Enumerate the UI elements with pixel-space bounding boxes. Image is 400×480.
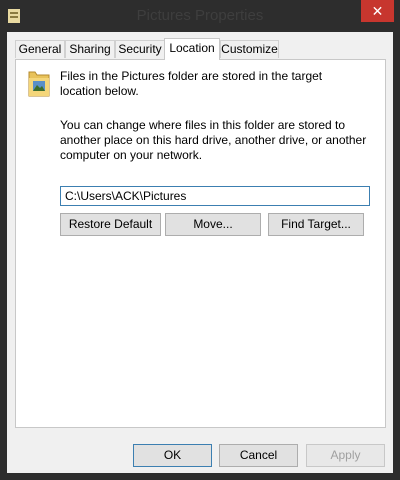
dialog-button-bar: OK Cancel Apply (7, 435, 393, 473)
window-bottom-border (0, 473, 400, 480)
close-button[interactable]: ✕ (361, 0, 394, 22)
location-description: Files in the Pictures folder are stored … (60, 69, 323, 98)
tab-security[interactable]: Security (115, 40, 165, 58)
find-target-button[interactable]: Find Target... (268, 213, 364, 236)
target-path-input[interactable]: C:\Users\ACK\Pictures (60, 186, 370, 206)
apply-button[interactable]: Apply (306, 444, 385, 467)
title-bar[interactable]: Pictures Properties ✕ (0, 0, 400, 32)
folder-icon (28, 71, 50, 97)
tab-sharing[interactable]: Sharing (65, 40, 115, 58)
ok-button[interactable]: OK (133, 444, 212, 467)
dialog-client: General Sharing Security Location Custom… (7, 32, 393, 473)
window-title: Pictures Properties (136, 7, 264, 24)
location-panel: Files in the Pictures folder are stored … (15, 59, 386, 428)
tab-general[interactable]: General (15, 40, 65, 58)
move-button[interactable]: Move... (165, 213, 261, 236)
tab-customize[interactable]: Customize (220, 40, 279, 58)
tab-location[interactable]: Location (164, 38, 220, 60)
location-instructions: You can change where files in this folde… (60, 118, 367, 162)
restore-default-button[interactable]: Restore Default (60, 213, 161, 236)
cancel-button[interactable]: Cancel (219, 444, 298, 467)
properties-window: Pictures Properties ✕ General Sharing Se… (0, 0, 400, 480)
